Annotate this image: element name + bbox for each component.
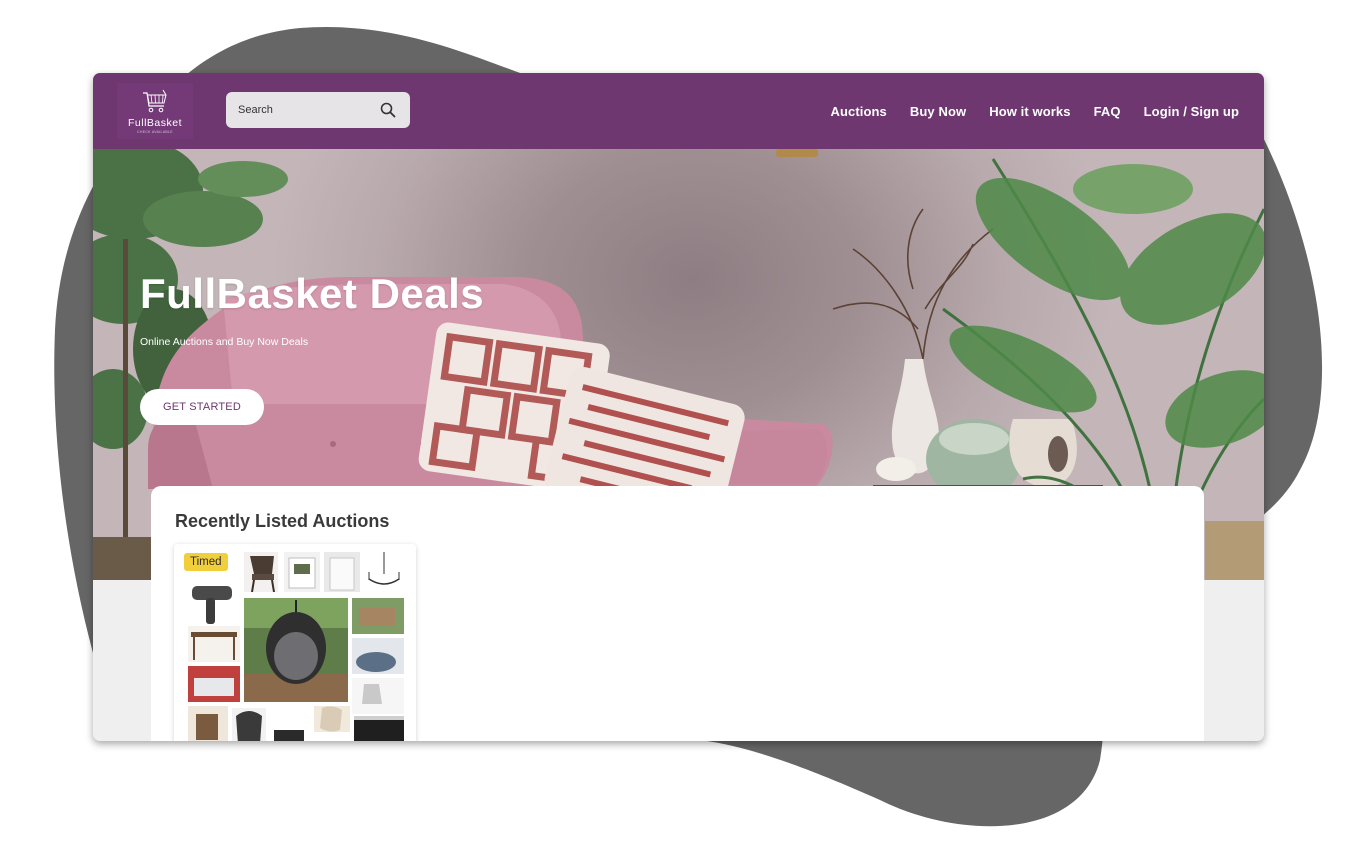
auction-collage-image	[174, 544, 416, 741]
nav-login-signup[interactable]: Login / Sign up	[1144, 104, 1239, 119]
main-nav: Auctions Buy Now How it works FAQ Login …	[830, 73, 1239, 149]
browser-window: FullBasket CHECK AVAILABLE Auctions Buy …	[93, 73, 1264, 741]
site-header: FullBasket CHECK AVAILABLE Auctions Buy …	[93, 73, 1264, 149]
search-box[interactable]	[226, 92, 410, 128]
get-started-button[interactable]: GET STARTED	[140, 389, 264, 425]
hero-title: FullBasket Deals	[140, 270, 485, 317]
search-icon[interactable]	[380, 102, 396, 118]
auction-card[interactable]: Timed	[174, 544, 416, 741]
logo-tagline: CHECK AVAILABLE	[137, 129, 173, 134]
nav-buy-now[interactable]: Buy Now	[910, 104, 966, 119]
nav-faq[interactable]: FAQ	[1094, 104, 1121, 119]
nav-how-it-works[interactable]: How it works	[989, 104, 1070, 119]
shopping-cart-icon	[143, 89, 167, 112]
recent-auctions-section: Recently Listed Auctions Timed	[151, 486, 1204, 741]
hero-subtitle: Online Auctions and Buy Now Deals	[140, 336, 309, 348]
search-input[interactable]	[238, 104, 380, 116]
section-title: Recently Listed Auctions	[175, 511, 390, 531]
site-logo[interactable]: FullBasket CHECK AVAILABLE	[117, 83, 193, 139]
nav-auctions[interactable]: Auctions	[830, 104, 886, 119]
timed-badge: Timed	[184, 553, 228, 571]
logo-text: FullBasket	[127, 116, 183, 129]
